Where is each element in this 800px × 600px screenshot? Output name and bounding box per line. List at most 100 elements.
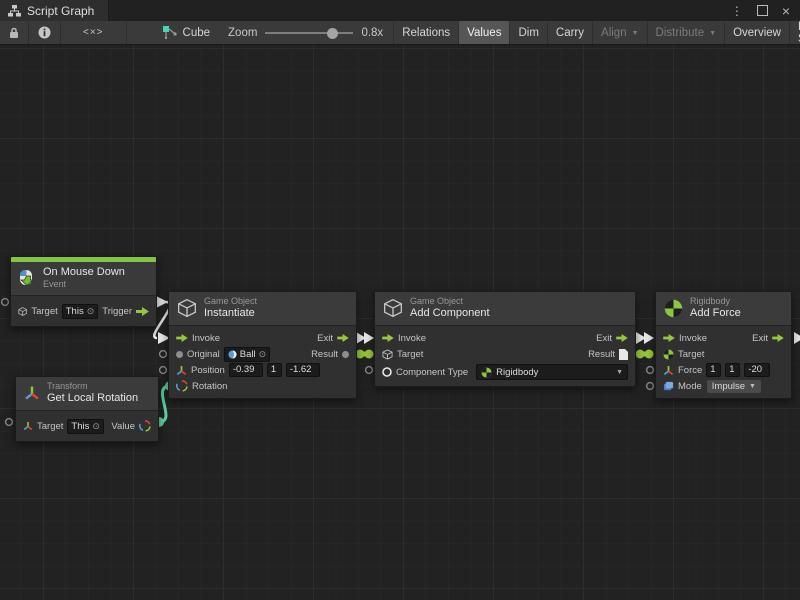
object-port-icon[interactable]	[176, 351, 183, 358]
node-header[interactable]: Game Object Instantiate	[169, 292, 356, 326]
maximize-icon[interactable]	[757, 5, 768, 16]
node-category: Transform	[47, 381, 138, 392]
port-row-original: Original Ball ⊙ Result	[169, 346, 356, 362]
tabbar-spacer	[109, 0, 730, 21]
info-button[interactable]	[29, 21, 61, 44]
distribute-button[interactable]: Distribute ▼	[648, 21, 726, 44]
flow-arrow-icon[interactable]	[772, 334, 784, 342]
align-label: Align	[601, 27, 627, 39]
chevron-down-icon: ▼	[749, 383, 756, 390]
result-label: Result	[588, 349, 615, 360]
graph-node-icon	[163, 26, 177, 39]
target-value-chip[interactable]: This ⊙	[67, 419, 104, 434]
document-icon[interactable]	[619, 349, 628, 360]
node-on-mouse-down[interactable]: On Mouse Down Event Target This ⊙ Trigge…	[10, 256, 157, 327]
node-get-local-rotation[interactable]: Transform Get Local Rotation Target This…	[15, 376, 159, 442]
invoke-label: Invoke	[192, 333, 220, 344]
game-object-icon	[382, 349, 393, 360]
force-label: Force	[678, 365, 702, 376]
original-label: Original	[187, 349, 220, 360]
force-x-field[interactable]: 1	[706, 363, 721, 377]
code-view-button[interactable]: <×>	[61, 21, 127, 44]
node-header[interactable]: On Mouse Down Event	[11, 262, 156, 296]
wire-addcomponent-to-addforce	[636, 332, 655, 359]
original-value-chip[interactable]: Ball ⊙	[224, 347, 270, 362]
mode-dropdown[interactable]: Impulse ▼	[706, 379, 762, 394]
dim-button[interactable]: Dim	[510, 21, 547, 44]
graph-selector[interactable]: Cube	[153, 21, 221, 44]
rigidbody-icon	[664, 299, 683, 318]
rigidbody-icon	[663, 349, 674, 360]
rotation-icon[interactable]	[139, 420, 151, 432]
info-icon	[38, 26, 51, 39]
node-instantiate[interactable]: Game Object Instantiate Invoke Exit	[168, 291, 357, 399]
fullscreen-button[interactable]: Full Screen	[790, 21, 800, 44]
component-type-dropdown[interactable]: Rigidbody ▼	[476, 364, 628, 380]
zoom-label: Zoom	[228, 27, 257, 39]
node-add-component[interactable]: Game Object Add Component Invoke Exit	[374, 291, 636, 387]
port-row-invoke: Invoke Exit	[656, 330, 791, 346]
graph-toolbar: <×> Cube Zoom 0.8x Relations	[0, 21, 800, 45]
port-row-invoke: Invoke Exit	[375, 330, 635, 346]
flow-arrow-icon[interactable]	[663, 334, 675, 342]
node-subtitle: Event	[43, 279, 125, 290]
dim-label: Dim	[518, 27, 538, 39]
component-type-label: Component Type	[396, 367, 468, 378]
port-row-invoke: Invoke Exit	[169, 330, 356, 346]
align-button[interactable]: Align ▼	[593, 21, 648, 44]
object-port-icon[interactable]	[342, 351, 349, 358]
zoom-slider-handle[interactable]	[327, 28, 338, 39]
invoke-label: Invoke	[679, 333, 707, 344]
object-picker-icon[interactable]: ⊙	[92, 422, 100, 431]
target-label: Target	[37, 421, 63, 432]
node-header[interactable]: Transform Get Local Rotation	[16, 377, 158, 411]
target-label: Target	[31, 306, 57, 317]
position-x-field[interactable]: -0.39	[229, 363, 263, 377]
target-value-chip[interactable]: This ⊙	[62, 304, 99, 319]
node-header[interactable]: Rigidbody Add Force	[656, 292, 791, 326]
lock-button[interactable]	[0, 21, 29, 44]
wire-instantiate-to-addcomponent	[356, 332, 375, 359]
tab-bar: Script Graph ⋮ ×	[0, 0, 800, 21]
close-icon[interactable]: ×	[782, 4, 790, 18]
position-y-field[interactable]: 1	[267, 363, 282, 377]
rigidbody-icon	[481, 367, 492, 378]
value-label: Value	[111, 421, 135, 432]
zoom-slider[interactable]	[265, 27, 353, 39]
target-value: This	[66, 306, 84, 317]
target-label: Target	[678, 349, 704, 360]
graph-selector-label: Cube	[183, 27, 211, 39]
force-y-field[interactable]: 1	[725, 363, 740, 377]
flow-arrow-icon[interactable]	[176, 334, 188, 342]
flow-arrow-icon[interactable]	[337, 334, 349, 342]
carry-button[interactable]: Carry	[548, 21, 593, 44]
zoom-slider-track[interactable]	[265, 32, 353, 34]
force-z-field[interactable]: -20	[744, 363, 770, 377]
result-label: Result	[311, 349, 338, 360]
flow-arrow-icon[interactable]	[616, 334, 628, 342]
tab-script-graph[interactable]: Script Graph	[0, 0, 109, 21]
window-menu-icon[interactable]: ⋮	[731, 5, 743, 17]
object-picker-icon[interactable]: ⊙	[259, 350, 267, 359]
mode-value: Impulse	[712, 381, 745, 392]
node-add-force[interactable]: Rigidbody Add Force Invoke Exit	[655, 291, 792, 399]
object-picker-icon[interactable]: ⊙	[87, 307, 95, 316]
port-row-position: Position -0.39 1 -1.62	[169, 362, 356, 378]
game-object-icon	[383, 298, 403, 318]
graph-canvas[interactable]: On Mouse Down Event Target This ⊙ Trigge…	[0, 45, 800, 600]
port-row-rotation: Rotation	[169, 378, 356, 394]
node-title: Add Force	[690, 307, 741, 320]
position-z-field[interactable]: -1.62	[286, 363, 320, 377]
values-button[interactable]: Values	[459, 21, 510, 44]
node-category: Rigidbody	[690, 296, 741, 307]
enum-icon	[663, 381, 674, 392]
values-label: Values	[467, 27, 501, 39]
value-port-icon[interactable]	[382, 367, 392, 377]
relations-button[interactable]: Relations	[393, 21, 459, 44]
position-label: Position	[191, 365, 225, 376]
flow-arrow-icon[interactable]	[382, 334, 394, 342]
overview-button[interactable]: Overview	[725, 21, 790, 44]
node-header[interactable]: Game Object Add Component	[375, 292, 635, 326]
port-row-target: Target Result	[375, 346, 635, 362]
flow-arrow-icon[interactable]	[136, 307, 149, 316]
